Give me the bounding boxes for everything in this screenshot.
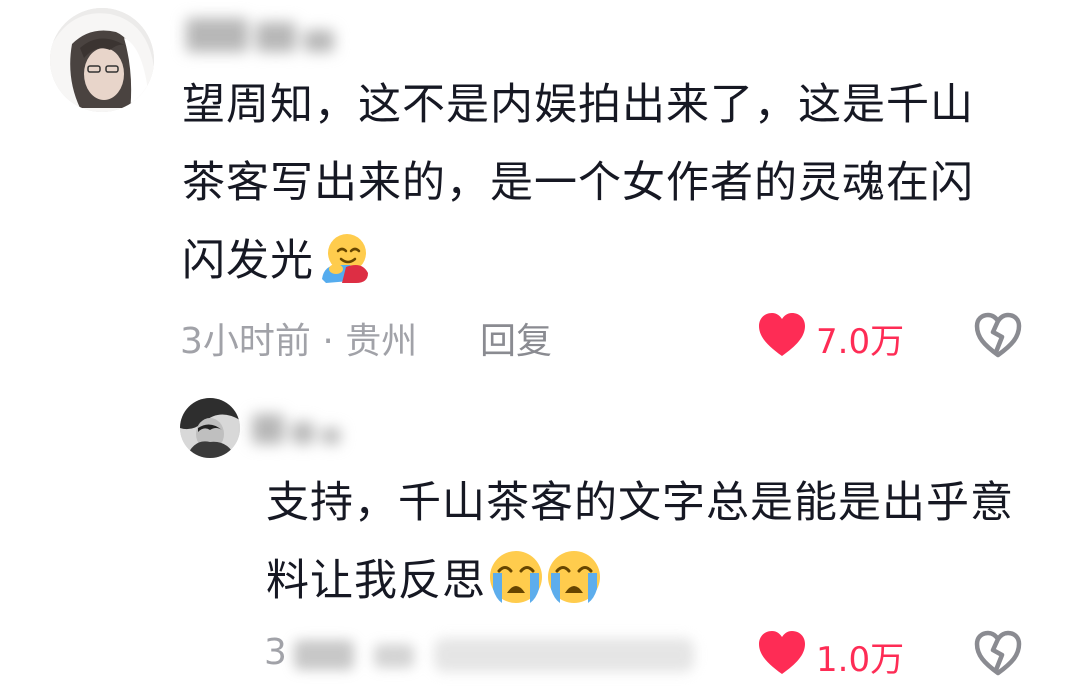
hugging-face-emoji: [322, 234, 368, 283]
broken-heart-icon[interactable]: [974, 630, 1022, 676]
loudly-crying-face-emoji: [490, 551, 542, 603]
avatar-image: [180, 398, 240, 458]
user-avatar[interactable]: [50, 8, 154, 112]
comment-timestamp-location: 3小时前 · 贵州: [180, 321, 418, 362]
comment-text: 望周知，这不是内娱拍出来了，这是千山茶客写出来的，是一个女作者的灵魂在闪闪发光: [182, 80, 974, 286]
blurred-watermark: [264, 630, 724, 684]
like-count: 7.0万: [816, 322, 905, 362]
username[interactable]: [252, 414, 348, 448]
broken-heart-icon[interactable]: [974, 312, 1022, 358]
like-button[interactable]: 7.0万: [758, 312, 918, 362]
avatar-image: [50, 8, 154, 112]
comment-text: 支持，千山茶客的文字总是能是出乎意料让我反思: [266, 478, 1014, 606]
heart-icon: [759, 313, 805, 356]
loudly-crying-face-emoji: [548, 551, 600, 603]
reply-button[interactable]: 回复: [480, 312, 552, 364]
username[interactable]: [186, 18, 342, 56]
heart-icon: [759, 631, 805, 674]
user-avatar[interactable]: [180, 398, 240, 458]
like-button[interactable]: 1.0万: [758, 630, 918, 680]
like-count: 1.0万: [816, 640, 905, 680]
